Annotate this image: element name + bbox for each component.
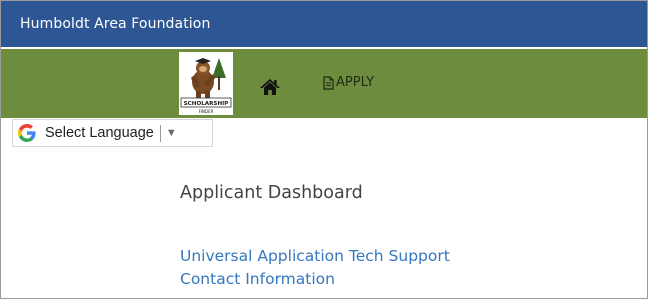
language-label: Select Language	[45, 125, 154, 141]
nav-bar: SCHOLARSHIP FINDER APPLY	[1, 49, 647, 118]
tech-support-link[interactable]: Universal Application Tech Support	[180, 247, 450, 265]
scholarship-finder-logo[interactable]: SCHOLARSHIP FINDER	[179, 52, 233, 115]
page-frame: Humboldt Area Foundation SCHOLARSHIP FIN…	[0, 0, 648, 299]
language-select[interactable]: Select Language ▼	[12, 119, 213, 147]
bigfoot-logo-icon: SCHOLARSHIP FINDER	[180, 58, 232, 114]
contact-information-link[interactable]: Contact Information	[180, 270, 335, 288]
document-icon	[323, 75, 334, 90]
home-icon[interactable]	[260, 78, 280, 96]
logo-scholarship-text: SCHOLARSHIP	[184, 101, 229, 107]
google-g-icon	[17, 123, 37, 143]
page-title: Applicant Dashboard	[180, 183, 363, 203]
apply-label: APPLY	[336, 75, 375, 90]
separator	[159, 124, 161, 142]
chevron-down-icon: ▼	[165, 127, 177, 139]
apply-link[interactable]: APPLY	[323, 75, 374, 90]
logo-finder-text: FINDER	[199, 109, 214, 114]
title-bar: Humboldt Area Foundation	[1, 1, 647, 47]
organization-title: Humboldt Area Foundation	[20, 16, 211, 32]
